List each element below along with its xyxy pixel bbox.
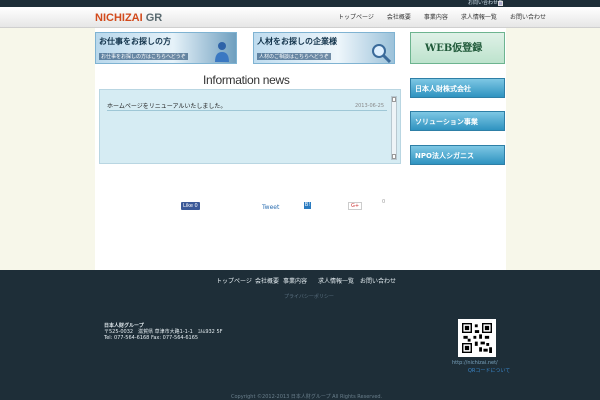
news-text: ホームページをリニューアルいたしました。 (107, 103, 227, 110)
sidebar-label: NPO法人シガニス (415, 152, 474, 160)
nav-contact[interactable]: お問い合わせ (510, 7, 546, 28)
person-icon (215, 42, 229, 62)
google-plus-button[interactable]: G+ (348, 202, 363, 210)
nav-company[interactable]: 会社概要 (387, 7, 411, 28)
qr-help-link[interactable]: QRコードについて (468, 367, 510, 374)
banner-title: お仕事をお探しの方 (99, 37, 171, 46)
news-scrollbar[interactable] (391, 96, 397, 160)
hatena-bookmark-button[interactable]: B! (304, 202, 311, 209)
privacy-link[interactable]: プライバシーポリシー (284, 293, 334, 300)
sidebar-label: 日本人財株式会社 (415, 85, 471, 93)
banner-title: 人材をお探しの企業様 (257, 37, 337, 46)
nav-top[interactable]: トップページ (338, 7, 374, 28)
nav-business[interactable]: 事業内容 (424, 7, 448, 28)
copyright: Copyright ©2012-2013 日本人財グループ All Rights… (231, 394, 383, 400)
banner-subtitle: お仕事をお探しの方はこちらへどうぞ (99, 53, 188, 60)
facebook-like-button[interactable]: Like 0 (181, 202, 200, 210)
sidebar-item-solution[interactable]: ソリューション事業 (410, 111, 505, 131)
web-registration-banner[interactable]: WEB仮登録 (410, 32, 505, 64)
employer-banner[interactable]: 人材をお探しの企業様 人材のご相談はこちらへどうぞ (253, 32, 395, 64)
scroll-up-arrow[interactable] (392, 97, 396, 102)
footer-nav-jobs[interactable]: 求人情報一覧 (318, 276, 354, 285)
sidebar-item-nihonjinzai[interactable]: 日本人財株式会社 (410, 78, 505, 98)
company-tel: Tel: 077-564-6168 Fax: 077-564-6165 (104, 335, 199, 341)
footer-nav-company[interactable]: 会社概要 (255, 276, 279, 285)
scroll-down-arrow[interactable] (392, 154, 396, 159)
magnifier-icon (372, 44, 391, 63)
google-plus-count: 0 (382, 199, 386, 205)
logo-suffix: GR (142, 12, 163, 24)
company-info: 日本人財グループ 〒525-0032 滋賀県 草津市大路1-1-1 ｴﾙﾑ932… (104, 323, 223, 341)
footer-nav-contact[interactable]: お問い合わせ (360, 276, 396, 285)
sidebar-item-npo[interactable]: NPO法人シガニス (410, 145, 505, 165)
news-item[interactable]: ホームページをリニューアルいたしました。 2013-06-25 (107, 101, 387, 111)
tweet-button[interactable]: Tweet (262, 204, 279, 211)
footer-nav: トップページ 会社概要 事業内容 求人情報一覧 お問い合わせ (0, 276, 600, 286)
footer-nav-top[interactable]: トップページ (216, 276, 252, 285)
logo-main: NICHIZAI (95, 12, 143, 24)
sidebar-label: ソリューション事業 (415, 118, 478, 126)
qr-code (458, 319, 496, 357)
top-bar (0, 0, 600, 7)
banner-subtitle: 人材のご相談はこちらへどうぞ (257, 53, 331, 60)
qr-code-icon (462, 323, 492, 353)
mail-icon[interactable] (498, 1, 503, 6)
nav-jobs[interactable]: 求人情報一覧 (461, 7, 497, 28)
info-news-title: Information news (203, 73, 290, 87)
banner-title: WEB仮登録 (425, 43, 483, 54)
job-seeker-banner[interactable]: お仕事をお探しの方 お仕事をお探しの方はこちらへどうぞ (95, 32, 237, 64)
site-logo[interactable]: NICHIZAI GR (95, 12, 162, 24)
qr-url[interactable]: http://nichizai.net/ (452, 360, 498, 366)
footer-nav-business[interactable]: 事業内容 (283, 276, 307, 285)
main-nav: トップページ 会社概要 事業内容 求人情報一覧 お問い合わせ (325, 7, 546, 28)
news-date: 2013-06-25 (354, 103, 384, 109)
news-box: ホームページをリニューアルいたしました。 2013-06-25 (99, 89, 401, 164)
